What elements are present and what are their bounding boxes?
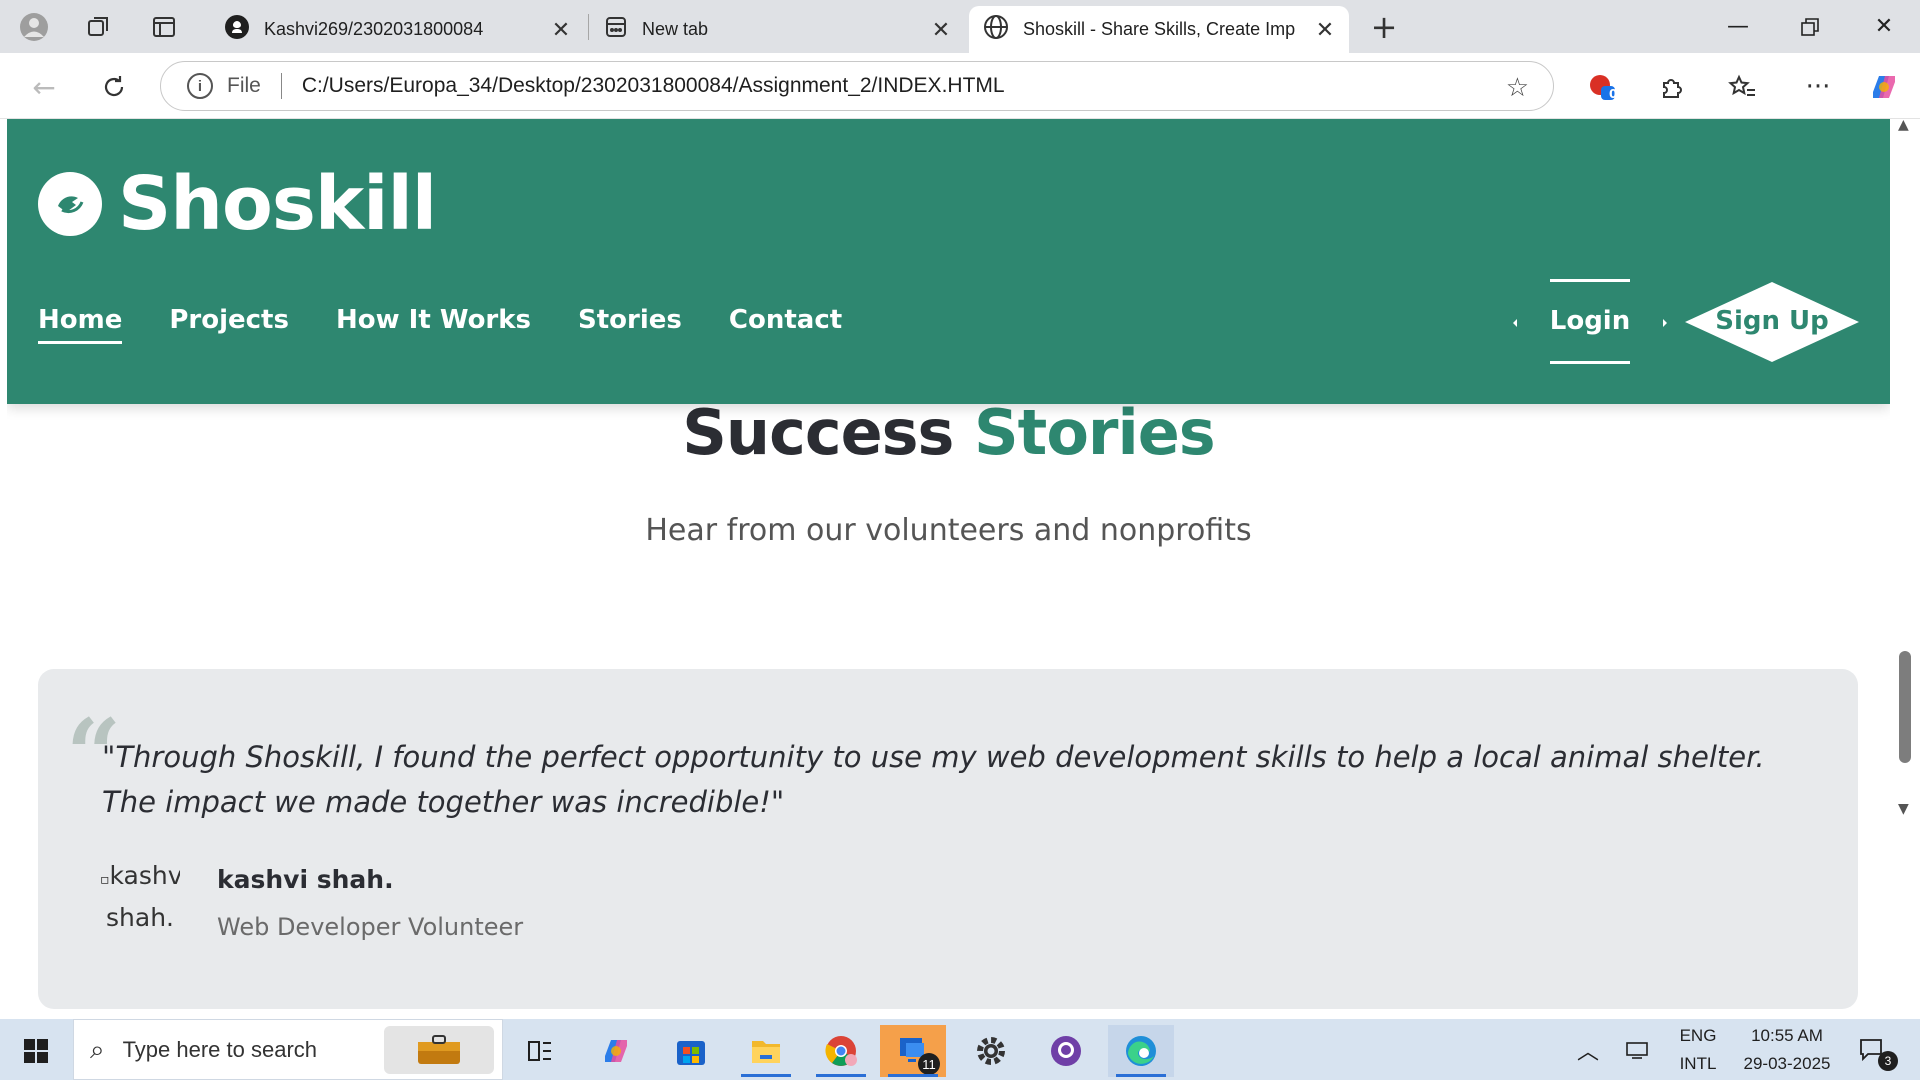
clock-time: 10:55 AM [1751, 1025, 1823, 1045]
site-info-icon[interactable]: i [187, 73, 213, 99]
url-text[interactable]: C:/Users/Europa_34/Desktop/2302031800084… [302, 74, 1005, 98]
login-right-arrow [1663, 319, 1667, 327]
testimonial-quote: "Through Shoskill, I found the perfect o… [102, 740, 1765, 819]
briefcase-icon[interactable] [384, 1026, 494, 1074]
copilot-icon[interactable] [1862, 65, 1906, 109]
language-label: ENG [1679, 1025, 1717, 1045]
brand-name: Shoskill [118, 161, 437, 247]
nav-how-it-works[interactable]: How It Works [336, 305, 531, 344]
new-tab-icon [604, 15, 628, 44]
remote-desktop-icon[interactable]: 11 [880, 1025, 946, 1077]
site-header: Shoskill Home Projects How It Works Stor… [7, 119, 1890, 404]
section-title: Success Stories [7, 396, 1890, 469]
close-tab-icon[interactable]: ✕ [551, 17, 571, 43]
signup-label: Sign Up [1715, 306, 1829, 336]
windows-taskbar: ⌕ Type here to search 11 ︿ ENG INTL 10:5… [0, 1019, 1920, 1080]
login-label: Login [1549, 306, 1631, 336]
main-nav: Home Projects How It Works Stories Conta… [38, 305, 889, 344]
page-scrollbar[interactable]: ▲ ▼ [1890, 117, 1920, 1019]
microsoft-store-icon[interactable] [658, 1025, 724, 1077]
refresh-icon[interactable] [92, 65, 136, 109]
keyboard-layout-label: INTL [1679, 1053, 1717, 1073]
taskbar-search[interactable]: ⌕ Type here to search [73, 1019, 503, 1080]
github-icon [224, 14, 250, 45]
tab-new-tab[interactable]: New tab ✕ [590, 6, 965, 53]
notification-count: 3 [1878, 1051, 1898, 1071]
address-bar: ← i File C:/Users/Europa_34/Desktop/2302… [0, 53, 1920, 119]
windows-start-icon[interactable] [10, 1031, 62, 1071]
github-desktop-icon[interactable] [1033, 1025, 1099, 1077]
tab-shoskill[interactable]: Shoskill - Share Skills, Create Imp ✕ [969, 6, 1349, 53]
app-badge-count: 11 [918, 1053, 940, 1075]
settings-icon[interactable] [958, 1025, 1024, 1077]
workspaces-icon[interactable] [81, 10, 117, 44]
notifications-icon[interactable]: 3 [1858, 1019, 1904, 1080]
url-scheme-label: File [227, 74, 261, 97]
extension-badge-icon[interactable]: 0 [1580, 65, 1624, 109]
tab-github[interactable]: Kashvi269/2302031800084 ✕ [210, 6, 585, 53]
tab-title: New tab [642, 19, 709, 39]
nav-projects[interactable]: Projects [169, 305, 289, 344]
scroll-up-icon[interactable]: ▲ [1898, 117, 1909, 133]
login-top-border [1550, 279, 1630, 282]
nav-stories[interactable]: Stories [578, 305, 682, 344]
globe-icon [983, 14, 1009, 45]
signup-button[interactable]: Sign Up [1685, 282, 1859, 362]
url-field[interactable]: i File C:/Users/Europa_34/Desktop/230203… [160, 61, 1554, 111]
tab-title: Kashvi269/2302031800084 [264, 19, 484, 39]
close-window-icon[interactable]: ✕ [1848, 0, 1920, 53]
new-tab-button[interactable]: + [1366, 8, 1402, 46]
login-button[interactable]: Login [1513, 279, 1673, 365]
copilot-taskbar-icon[interactable] [583, 1025, 649, 1077]
file-explorer-icon[interactable] [733, 1025, 799, 1077]
edge-icon[interactable] [1108, 1025, 1174, 1077]
close-tab-icon[interactable]: ✕ [1315, 17, 1335, 43]
author-name: kashvi shah. [217, 865, 394, 894]
browser-tab-bar: Kashvi269/2302031800084 ✕ New tab ✕ Shos… [0, 0, 1920, 53]
close-tab-icon[interactable]: ✕ [931, 17, 951, 43]
title-part-1: Success [682, 396, 954, 469]
scroll-down-icon[interactable]: ▼ [1898, 801, 1909, 817]
favorites-icon[interactable] [1720, 65, 1764, 109]
show-hidden-icons[interactable]: ︿ [1568, 1019, 1608, 1080]
author-role: Web Developer Volunteer [217, 913, 524, 941]
extension-badge-count: 0 [1609, 87, 1618, 101]
handshake-icon [38, 172, 102, 236]
clock[interactable]: 10:55 AM 29-03-2025 [1732, 1019, 1842, 1080]
broken-image-icon: ▫ [100, 872, 110, 888]
site-logo[interactable]: Shoskill [38, 161, 437, 247]
scroll-thumb[interactable] [1899, 651, 1911, 763]
more-options-icon[interactable]: ··· [1796, 65, 1840, 109]
title-part-2: Stories [974, 396, 1216, 469]
clock-date: 29-03-2025 [1743, 1053, 1831, 1073]
tab-separator [588, 14, 589, 40]
nav-contact[interactable]: Contact [729, 305, 842, 344]
testimonial-card: “ "Through Shoskill, I found the perfect… [38, 669, 1858, 1009]
nav-home[interactable]: Home [38, 305, 123, 344]
chrome-icon[interactable] [808, 1025, 874, 1077]
search-placeholder: Type here to search [122, 1036, 318, 1062]
extensions-icon[interactable] [1650, 65, 1694, 109]
profile-icon[interactable] [16, 10, 52, 44]
page-viewport: Shoskill Home Projects How It Works Stor… [7, 119, 1890, 1019]
vertical-tabs-icon[interactable] [146, 10, 182, 44]
url-divider [280, 73, 282, 99]
search-icon: ⌕ [90, 1033, 105, 1064]
restore-icon[interactable] [1774, 0, 1846, 53]
favorite-star-icon[interactable]: ☆ [1506, 72, 1529, 103]
language-indicator[interactable]: ENG INTL [1672, 1019, 1724, 1080]
section-subtitle: Hear from our volunteers and nonprofits [645, 513, 1252, 548]
network-icon[interactable] [1626, 1019, 1656, 1080]
login-bottom-border [1550, 361, 1630, 364]
minimize-icon[interactable]: — [1702, 0, 1774, 53]
tab-title: Shoskill - Share Skills, Create Imp [1023, 19, 1296, 39]
back-icon[interactable]: ← [22, 65, 66, 109]
task-view-icon[interactable] [507, 1025, 573, 1077]
avatar-alt-text: kashvi shah. [106, 861, 180, 932]
avatar: ▫kashvi shah. [100, 857, 180, 937]
